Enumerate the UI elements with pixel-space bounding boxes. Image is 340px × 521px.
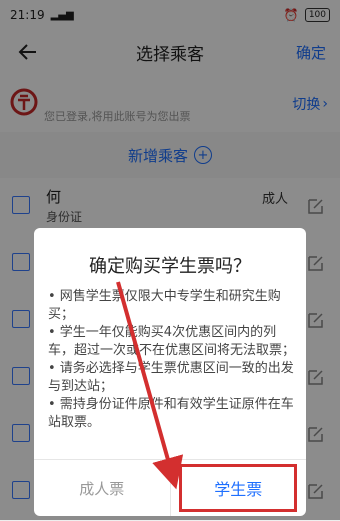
dialog-bullet: • 需持身份证件原件和有效学生证原件在车站取票。 xyxy=(48,397,294,430)
student-ticket-dialog: 确定购买学生票吗？ • 网售学生票仅限大中专学生和研究生购买； • 学生一年仅能… xyxy=(34,228,306,516)
dialog-title: 确定购买学生票吗？ xyxy=(89,256,251,277)
dialog-bullet: • 网售学生票仅限大中专学生和研究生购买； xyxy=(48,289,281,322)
student-ticket-button[interactable]: 学生票 xyxy=(171,460,307,516)
dialog-body: • 网售学生票仅限大中专学生和研究生购买； • 学生一年仅能购买4次优惠区间内的… xyxy=(48,288,296,432)
adult-ticket-button[interactable]: 成人票 xyxy=(34,460,171,516)
dialog-bullet: • 请务必选择与学生票优惠区间一致的出发与到达站； xyxy=(48,361,294,394)
dialog-bullet: • 学生一年仅能购买4次优惠区间内的列车，超过一次或不在优惠区间将无法取票； xyxy=(48,325,296,358)
highlight-box xyxy=(178,464,297,512)
dialog-footer: 成人票 学生票 xyxy=(34,459,306,516)
